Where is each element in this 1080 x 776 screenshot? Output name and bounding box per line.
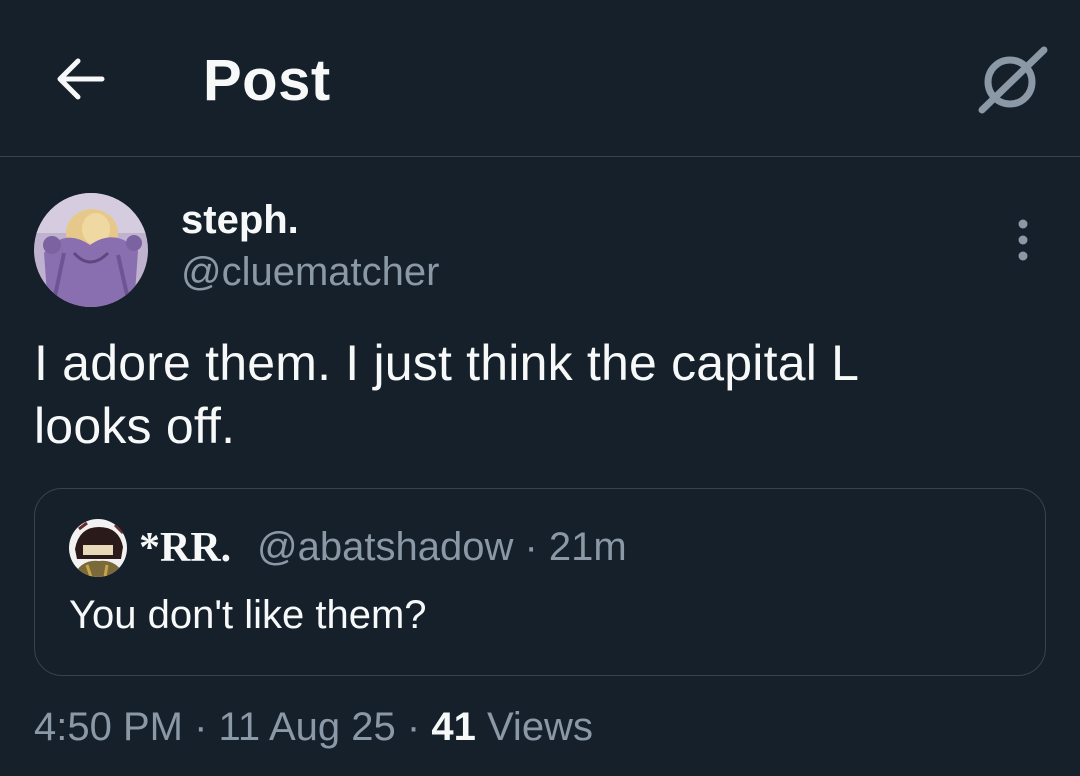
avatar-image (34, 193, 148, 307)
arrow-left-icon (57, 58, 105, 100)
views-count[interactable]: 41 (431, 705, 476, 749)
top-bar: Post (0, 0, 1080, 157)
grok-button[interactable] (976, 44, 1048, 116)
quote-time: 21m (548, 525, 627, 569)
views-label[interactable]: Views (487, 705, 593, 749)
author-avatar[interactable] (34, 193, 148, 307)
more-vertical-icon (1018, 219, 1028, 261)
page-title: Post (203, 48, 331, 113)
author-display-name[interactable]: steph. (181, 200, 299, 240)
quote-author-avatar (69, 519, 127, 577)
tweet-text-line: looks off. (34, 398, 236, 454)
tweet-text: I adore them. I just think the capital L… (34, 332, 1034, 458)
quote-separator: · (524, 525, 538, 569)
post-meta: 4:50 PM · 11 Aug 25 · 41 Views (34, 707, 593, 747)
post-page: Post steph. @cluematcher I adore them. I… (0, 0, 1080, 776)
quote-author-handle: @abatshadow (257, 525, 514, 569)
quoted-post-card[interactable]: *RR. @abatshadow · 21m You don't like th… (34, 488, 1046, 676)
post-time: 4:50 PM (34, 705, 183, 749)
quote-avatar-image (69, 519, 127, 577)
author-handle[interactable]: @cluematcher (181, 252, 439, 292)
tweet-text-line: I adore them. I just think the capital L (34, 335, 860, 391)
meta-separator: · (194, 705, 208, 749)
quote-author-meta: @abatshadow · 21m (257, 527, 627, 567)
grok-icon (978, 46, 1048, 114)
more-options-button[interactable] (1006, 216, 1040, 264)
post-date: 11 Aug 25 (218, 705, 396, 749)
quote-text: You don't like them? (69, 593, 427, 637)
back-button[interactable] (52, 55, 108, 103)
quote-author-display-name: *RR. (139, 525, 232, 571)
meta-separator: · (406, 705, 421, 749)
